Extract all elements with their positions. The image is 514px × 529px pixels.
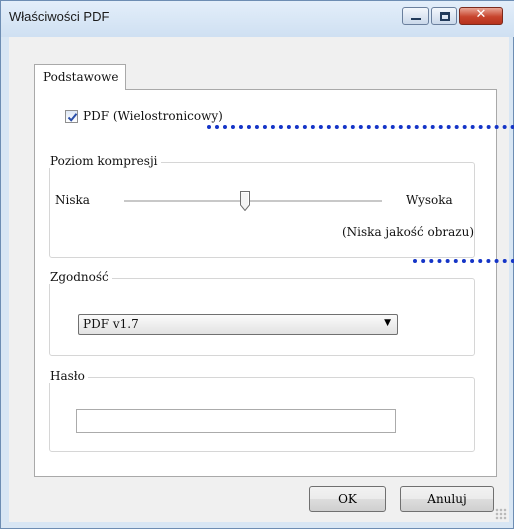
pdf-multipage-label: PDF (Wielostronicowy) xyxy=(83,109,223,123)
dialog-client-area: Podstawowe PDF (Wielostronicowy) Poziom … xyxy=(9,37,509,522)
compression-group: Poziom kompresji Niska Wysoka (Niska jak… xyxy=(47,154,475,258)
compatibility-group: Zgodność PDF v1.7 ▼ xyxy=(47,270,475,356)
resize-grip[interactable] xyxy=(495,508,507,520)
password-legend: Hasło xyxy=(47,369,88,383)
compression-low-label: Niska xyxy=(55,193,90,207)
tab-panel-basic: PDF (Wielostronicowy) Poziom kompresji N… xyxy=(34,89,497,477)
title-bar[interactable]: Właściwości PDF ✕ xyxy=(1,1,514,37)
callout-dotted-line-1 xyxy=(207,125,514,129)
compatibility-select[interactable]: PDF v1.7 ▼ xyxy=(78,314,398,335)
checkmark-icon xyxy=(67,113,78,122)
maximize-button[interactable] xyxy=(431,7,457,25)
cancel-button[interactable]: Anuluj xyxy=(400,486,494,512)
compression-high-label: Wysoka xyxy=(406,193,453,207)
pdf-multipage-checkbox[interactable] xyxy=(65,110,78,123)
minimize-button[interactable] xyxy=(402,7,429,25)
minimize-icon xyxy=(411,18,421,20)
compression-note: (Niska jakość obrazu) xyxy=(342,225,475,239)
tab-basic-label: Podstawowe xyxy=(43,70,119,84)
close-button[interactable]: ✕ xyxy=(459,7,503,25)
password-group: Hasło xyxy=(47,369,475,452)
tab-basic[interactable]: Podstawowe xyxy=(34,64,126,90)
window-title: Właściwości PDF xyxy=(9,9,110,24)
compatibility-legend: Zgodność xyxy=(47,270,112,284)
compression-slider-track[interactable] xyxy=(124,200,382,203)
slider-thumb-icon xyxy=(240,191,250,212)
ok-button[interactable]: OK xyxy=(309,486,386,512)
password-input[interactable] xyxy=(76,409,396,433)
close-icon: ✕ xyxy=(475,7,487,22)
pdf-properties-window: Właściwości PDF ✕ Podstawowe PDF (Wielos… xyxy=(0,0,514,529)
compatibility-selected-value: PDF v1.7 xyxy=(83,317,139,331)
callout-dotted-line-2 xyxy=(413,259,514,263)
chevron-down-icon: ▼ xyxy=(384,318,391,328)
maximize-icon xyxy=(440,12,450,21)
compression-legend: Poziom kompresji xyxy=(47,154,161,168)
compression-slider-thumb[interactable] xyxy=(240,191,250,212)
